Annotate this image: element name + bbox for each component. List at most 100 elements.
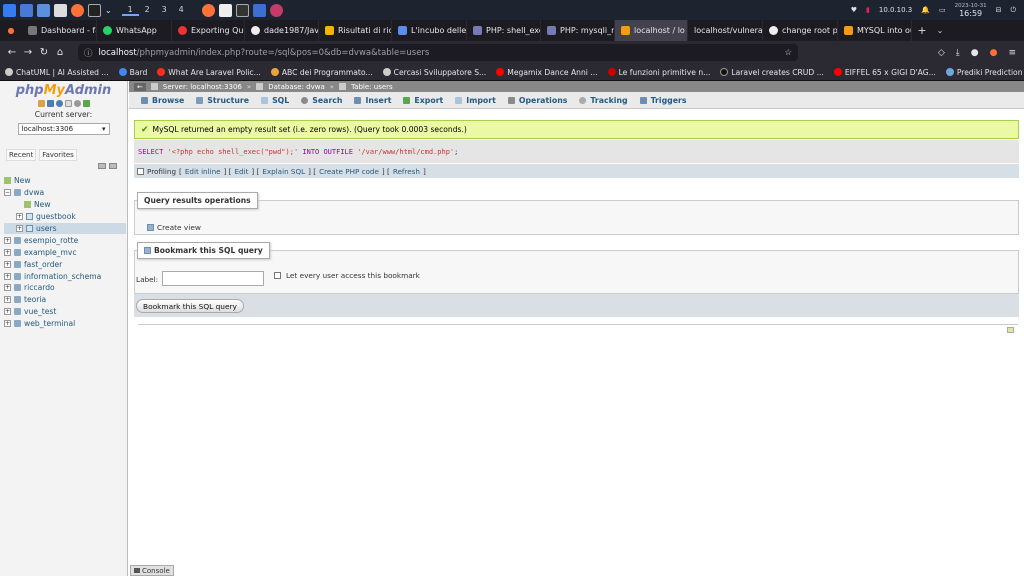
tree-node-riccardo[interactable]: + riccardo xyxy=(4,282,126,294)
browser-tab[interactable]: MYSQL into ou xyxy=(838,20,912,41)
breadcrumb-database[interactable]: Database: dvwa xyxy=(268,83,325,91)
browser-tab[interactable]: PHP: mysqli_re xyxy=(541,20,615,41)
breadcrumb-server[interactable]: Server: localhost:3306 xyxy=(163,83,242,91)
expand-icon[interactable]: + xyxy=(4,248,11,256)
terminal-task-icon[interactable] xyxy=(235,3,249,17)
forward-icon[interactable]: → xyxy=(20,47,36,58)
extension-icon[interactable]: ● xyxy=(990,48,998,58)
bookmark-item[interactable]: Prediki Prediction Mar... xyxy=(941,68,1024,77)
text-editor-icon[interactable] xyxy=(54,3,67,17)
docs-icon[interactable] xyxy=(64,100,72,107)
bookmark-submit-button[interactable]: Bookmark this SQL query xyxy=(136,299,244,313)
breadcrumb-table[interactable]: Table: users xyxy=(351,83,393,91)
tree-node-web-terminal[interactable]: + web_terminal xyxy=(4,318,126,330)
server-select[interactable]: localhost:3306 xyxy=(17,123,110,135)
clock[interactable]: 2023-10-31 16:59 xyxy=(955,2,987,18)
reload-icon[interactable]: ↻ xyxy=(36,47,52,58)
bookmark-item[interactable]: What Are Laravel Polic... xyxy=(152,68,266,77)
browser-tab[interactable]: Dashboard - fastMoney xyxy=(22,20,97,41)
profiling-checkbox[interactable] xyxy=(137,167,144,175)
tree-node-dvwa[interactable]: − dvwa xyxy=(4,187,126,199)
expand-icon[interactable]: + xyxy=(4,236,11,244)
browser-tab[interactable]: Risultati di ricerca xyxy=(319,20,392,41)
tree-node-information-schema[interactable]: + information_schema xyxy=(4,270,126,282)
browser-tab[interactable]: change root pa xyxy=(763,20,838,41)
github-extension-icon[interactable]: ● xyxy=(971,48,979,58)
browser-tab[interactable]: dade1987/Java xyxy=(245,20,319,41)
collapse-all-icon[interactable] xyxy=(98,163,106,169)
browser-tab-active[interactable]: localhost / lo✕ xyxy=(615,20,688,41)
browser-tab[interactable]: WhatsApp xyxy=(97,20,172,41)
downloads-icon[interactable]: ⤓ xyxy=(956,48,960,58)
workspace-1[interactable]: 1 xyxy=(121,5,139,16)
bookmark-item[interactable]: ChatUML | AI Assisted ... xyxy=(0,68,114,77)
expand-icon[interactable]: + xyxy=(4,320,11,328)
firefox-icon[interactable] xyxy=(71,3,84,17)
bookmark-label-input[interactable] xyxy=(162,271,264,286)
vpn-icon[interactable]: ▮ xyxy=(866,6,870,14)
tab-browse[interactable]: Browse xyxy=(135,96,190,105)
pocket-icon[interactable]: ◇ xyxy=(938,48,945,58)
tree-node-example-mvc[interactable]: + example_mvc xyxy=(4,246,126,258)
back-icon[interactable]: ← xyxy=(4,47,20,58)
browser-tab[interactable]: Exporting Queries xyxy=(172,20,245,41)
sound-icon[interactable]: ♥ xyxy=(851,6,857,14)
workspace-4[interactable]: 4 xyxy=(173,5,190,16)
kali-menu-icon[interactable] xyxy=(3,3,16,17)
expand-icon[interactable]: + xyxy=(16,213,23,221)
tab-import[interactable]: Import xyxy=(449,96,502,105)
app-task-icon[interactable] xyxy=(269,3,283,17)
back-arrow-icon[interactable]: ← xyxy=(134,82,146,91)
home-icon[interactable]: ⌂ xyxy=(52,47,68,58)
window-task-icon[interactable] xyxy=(252,3,266,17)
page-info-icon[interactable]: ⓘ xyxy=(84,47,93,59)
tree-node-new[interactable]: New xyxy=(4,175,126,187)
tab-insert[interactable]: Insert xyxy=(348,96,397,105)
expand-icon[interactable]: + xyxy=(4,272,11,280)
browser-tab[interactable]: L'incubo delle xyxy=(392,20,467,41)
edit-link[interactable]: Edit xyxy=(235,167,249,176)
network-ip[interactable]: 10.0.10.3 xyxy=(879,6,912,14)
bookmark-item[interactable]: Megamix Dance Anni ... xyxy=(491,68,602,77)
settings-icon[interactable] xyxy=(73,100,81,107)
expand-icon[interactable]: + xyxy=(4,296,11,304)
chevron-down-icon[interactable]: ⌄ xyxy=(105,6,112,15)
tab-search[interactable]: Search xyxy=(295,96,348,105)
collapse-icon[interactable]: − xyxy=(4,189,11,197)
tree-node-new-table[interactable]: New xyxy=(4,199,126,211)
bookmark-item[interactable]: ABC dei Programmato... xyxy=(266,68,378,77)
tab-tracking[interactable]: Tracking xyxy=(573,96,633,105)
page-settings-icon[interactable] xyxy=(1007,327,1014,333)
refresh-link[interactable]: Refresh xyxy=(393,167,420,176)
notification-bell-icon[interactable]: 🔔 xyxy=(921,6,930,14)
tab-triggers[interactable]: Triggers xyxy=(634,96,693,105)
tab-operations[interactable]: Operations xyxy=(502,96,574,105)
tree-node-guestbook[interactable]: + guestbook xyxy=(4,211,126,223)
shared-bookmark-checkbox[interactable] xyxy=(274,272,281,279)
expand-icon[interactable]: + xyxy=(4,284,11,292)
workspace-2[interactable]: 2 xyxy=(139,5,156,16)
firefox-task-icon[interactable] xyxy=(201,3,215,17)
battery-icon[interactable]: ▭ xyxy=(939,6,946,14)
phpmyadmin-logo[interactable]: phpMyAdmin xyxy=(0,83,127,98)
new-tab-icon[interactable]: + xyxy=(912,24,932,37)
console-toggle[interactable]: Console xyxy=(130,565,174,576)
list-tabs-icon[interactable]: ⌄ xyxy=(932,26,948,35)
edit-inline-link[interactable]: Edit inline xyxy=(185,167,221,176)
tab-export[interactable]: Export xyxy=(397,96,449,105)
tree-node-vue-test[interactable]: + vue_test xyxy=(4,306,126,318)
recent-tab[interactable]: Recent xyxy=(6,149,37,161)
desktop-icon[interactable] xyxy=(20,3,33,17)
tab-structure[interactable]: Structure xyxy=(190,96,255,105)
logout-icon[interactable] xyxy=(46,100,54,107)
browser-tab[interactable]: PHP: shell_exec xyxy=(467,20,541,41)
bookmark-star-icon[interactable]: ☆ xyxy=(784,48,792,58)
folder-icon[interactable] xyxy=(37,3,50,17)
create-view-link[interactable]: Create view xyxy=(147,223,201,232)
tree-node-fast-order[interactable]: + fast_order xyxy=(4,258,126,270)
explain-sql-link[interactable]: Explain SQL xyxy=(262,167,305,176)
firefox-view-icon[interactable]: ● xyxy=(0,26,22,35)
tree-node-esempio-rotte[interactable]: + esempio_rotte xyxy=(4,234,126,246)
bookmark-item[interactable]: EIFFEL 65 x GIGI D'AG... xyxy=(829,68,941,77)
bookmark-item[interactable]: Bard xyxy=(114,68,153,77)
